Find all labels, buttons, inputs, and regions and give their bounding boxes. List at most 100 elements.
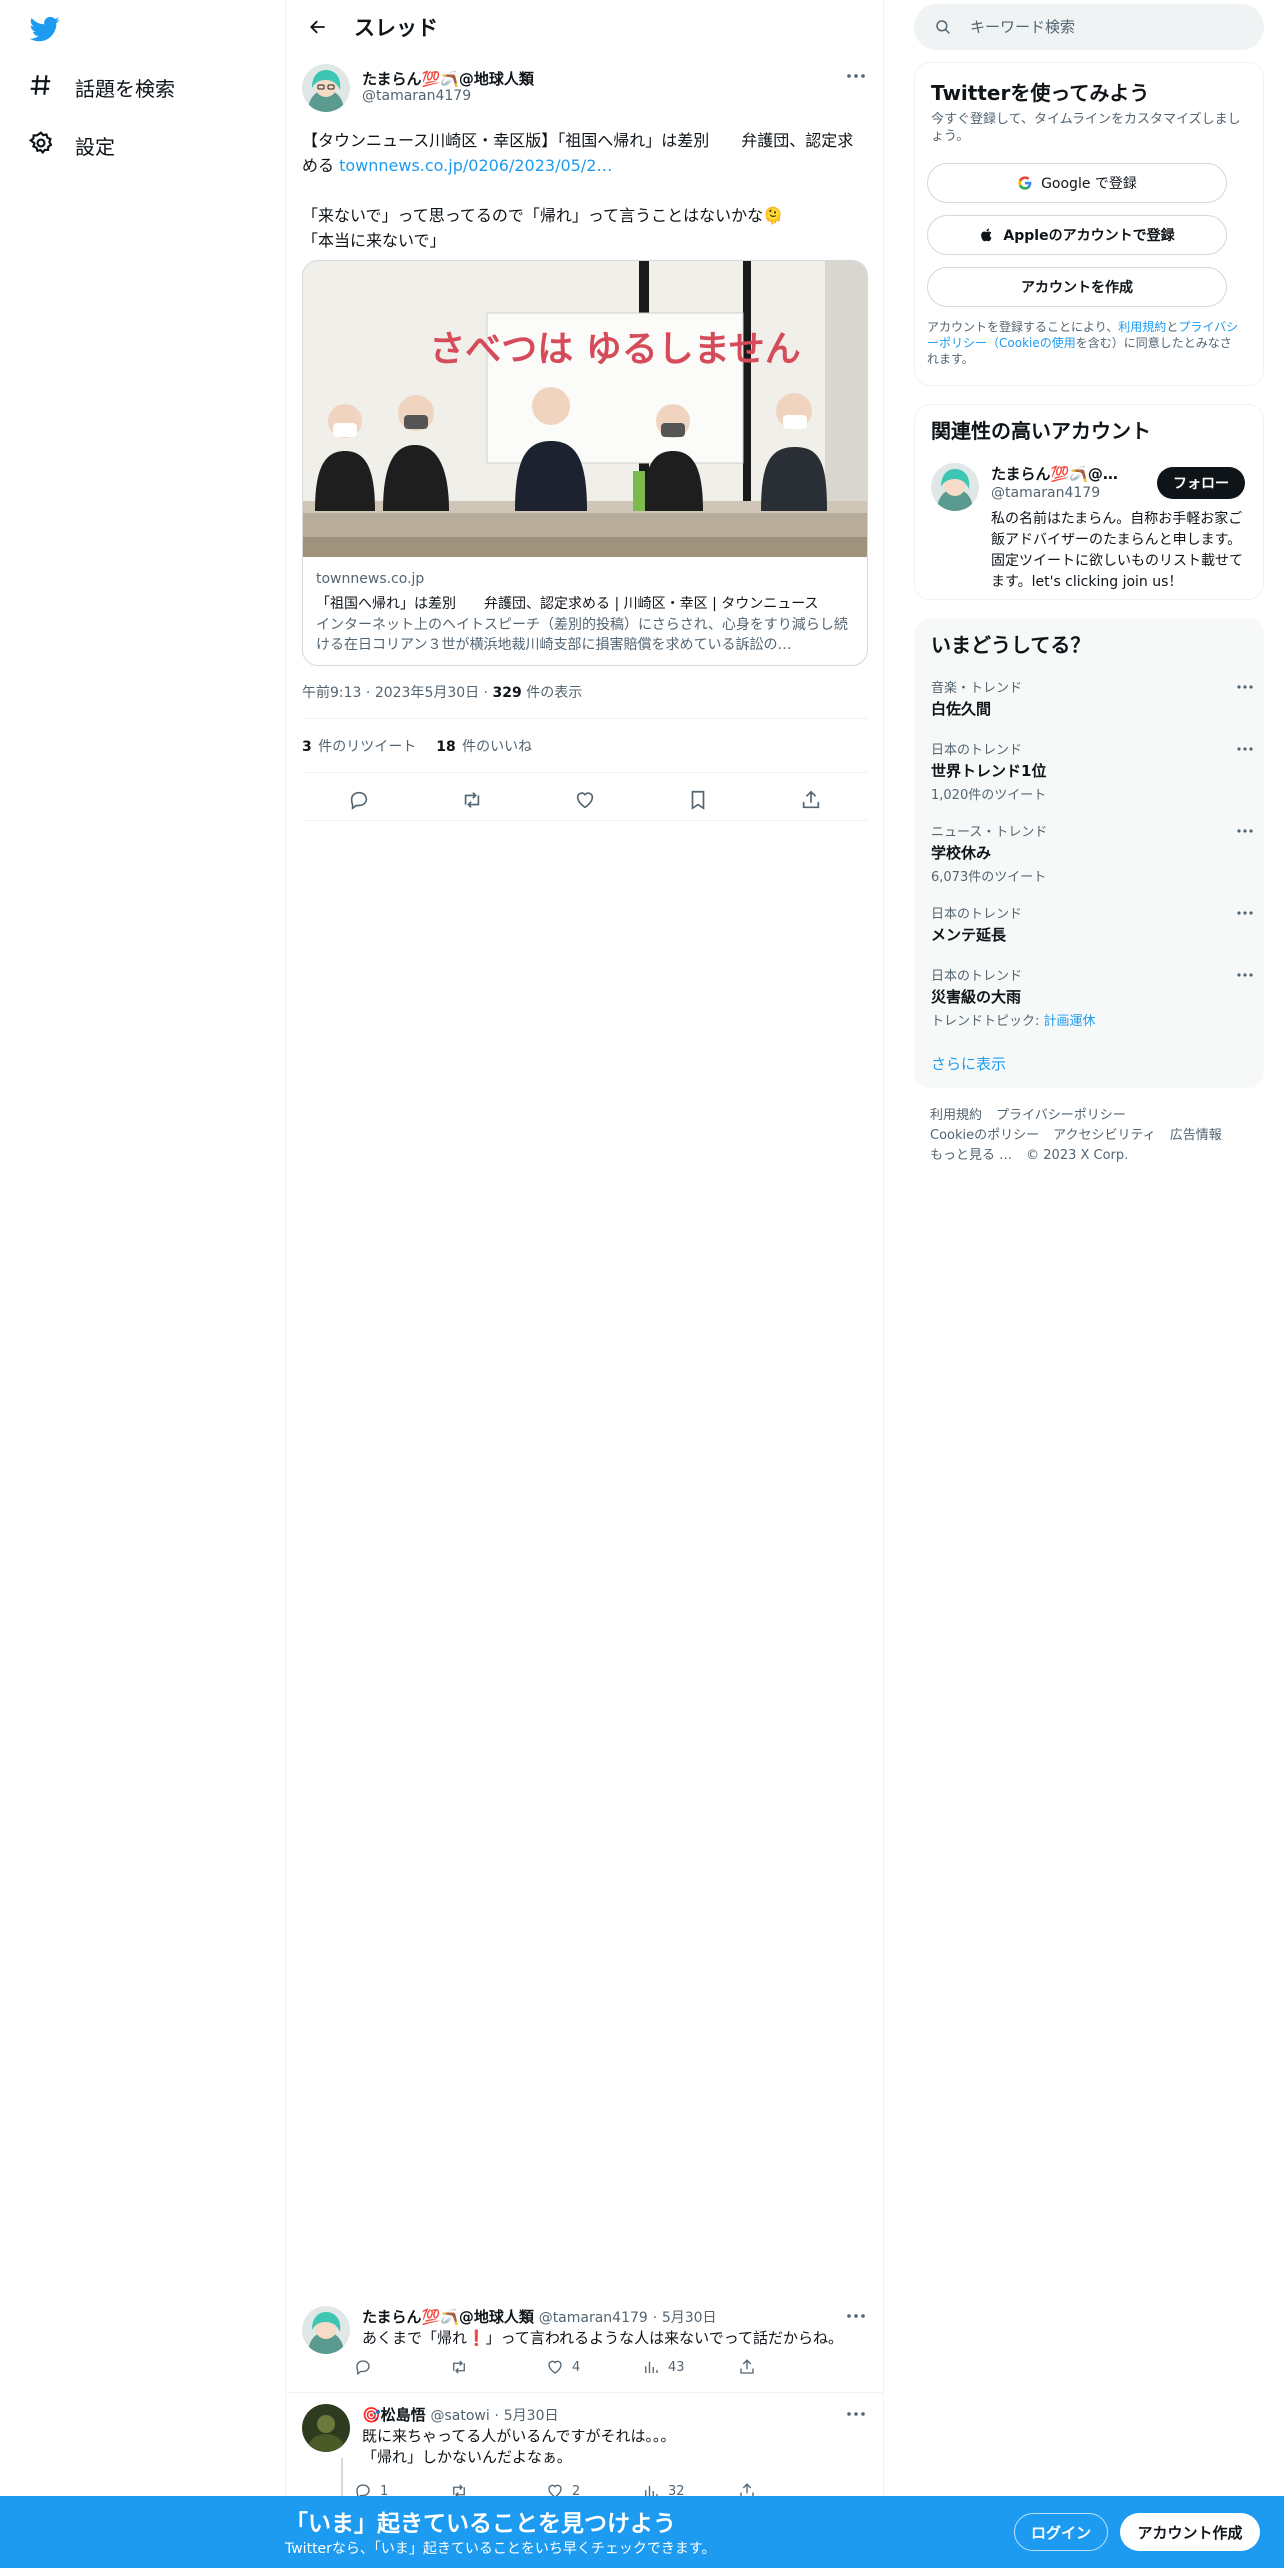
tweet-link[interactable]: townnews.co.jp/0206/2023/05/2… [339,156,612,175]
footer-ads-link[interactable]: 広告情報 [1170,1128,1222,1143]
trend-item[interactable]: 日本のトレンド メンテ延長 [931,903,1253,945]
trend-more-button[interactable] [1235,905,1255,921]
trend-item[interactable]: ニュース・トレンド 学校休み 6,073件のツイート [931,821,1253,885]
heart-icon [548,2360,562,2374]
prompt-title: 「いま」起きていることを見つけよう [285,2511,676,2537]
more-icon [1237,829,1253,833]
related-account-bio: 私の名前はたまらん。自称お手軽お家ご飯アドバイザーのたまらんと申します。固定ツイ… [991,511,1243,590]
reply-date[interactable]: 5月30日 [504,2408,559,2424]
author-handle[interactable]: @tamaran4179 [362,88,471,104]
reply-author-handle[interactable]: @tamaran4179 [539,2310,648,2326]
reply-button[interactable] [348,789,370,811]
tweet-text: 【タウンニュース川崎区・幸区版】「祖国へ帰れ」は差別 弁護団、認定求める tow… [302,128,868,253]
apple-signup-button[interactable]: Appleのアカウントで登録 [927,215,1227,255]
reply-author-name[interactable]: 🎯松島悟 [362,2406,426,2424]
trend-topic-link[interactable]: 計画運休 [1044,1014,1096,1029]
trend-more-button[interactable] [1235,967,1255,983]
hashtag-icon [28,72,54,102]
login-button[interactable]: ログイン [1014,2513,1108,2551]
nav-settings[interactable]: 設定 [28,123,115,167]
retweet-icon [464,792,480,808]
trend-category: 日本のトレンド [931,907,1023,922]
more-icon [1237,973,1253,977]
avatar[interactable] [302,2404,350,2452]
footer-terms-link[interactable]: 利用規約 [930,1108,982,1123]
terms-text: アカウントを登録することにより、 [927,320,1119,334]
trend-more-button[interactable] [1235,823,1255,839]
card-image: さべつは ゆるしません [303,261,867,557]
footer-copyright: © 2023 X Corp. [1026,1148,1129,1163]
trend-name: 災害級の大雨 [931,988,1022,1006]
trend-item[interactable]: 音楽・トレンド 白佐久間 [931,677,1253,719]
trends-box: いまどうしてる？ 音楽・トレンド 白佐久間 日本のトレンド 世界トレンド1位 1… [914,618,1264,1088]
reply-button[interactable] [354,2358,450,2376]
footer-privacy-link[interactable]: プライバシーポリシー [996,1108,1126,1123]
author-name[interactable]: たまらん💯🪃@地球人類 [362,68,534,89]
card-domain: townnews.co.jp [316,571,425,587]
card-title: 「祖国へ帰れ」は差別 弁護団、認定求める | 川崎区・幸区 | タウンニュース [316,596,819,612]
back-button[interactable] [300,9,336,45]
footer-more-link[interactable]: もっと見る … [930,1148,1012,1163]
footer-links: 利用規約 プライバシーポリシー Cookieのポリシー アクセシビリティ 広告情報 も… [930,1106,1250,1166]
bookmark-icon [691,790,705,810]
bookmark-button[interactable] [687,789,709,811]
retweet-stat[interactable]: 3 件のリツイート [302,739,416,755]
more-icon [1237,685,1253,689]
twitter-logo-icon[interactable] [28,14,62,44]
retweet-button[interactable] [461,789,483,811]
share-button[interactable] [800,789,822,811]
google-icon [1018,176,1032,190]
analytics-icon [645,2361,658,2373]
footer-cookie-link[interactable]: Cookieのポリシー [930,1128,1039,1143]
reply-author-name[interactable]: たまらん💯🪃@地球人類 [362,2308,534,2326]
views-button[interactable]: 43 [642,2358,738,2376]
trend-name: 白佐久間 [931,700,992,718]
avatar[interactable] [931,463,979,511]
reply-date[interactable]: 5月30日 [662,2310,717,2326]
trend-category: 日本のトレンド [931,743,1023,758]
like-stat[interactable]: 18 件のいいね [436,739,532,755]
footer-accessibility-link[interactable]: アクセシビリティ [1053,1128,1156,1143]
signup-button[interactable]: アカウント作成 [1120,2513,1260,2551]
divider [302,820,868,821]
more-options-button[interactable] [844,2404,868,2424]
show-more-link[interactable]: さらに表示 [931,1053,1006,1074]
left-navigation: 話題を検索 設定 [0,0,286,2568]
trend-item[interactable]: 日本のトレンド 世界トレンド1位 1,020件のツイート [931,739,1253,803]
retweet-button[interactable] [450,2358,546,2376]
trend-name: 学校休み [931,844,992,862]
avatar[interactable] [302,2306,350,2354]
thread-header: スレッド [286,0,883,54]
trend-more-button[interactable] [1235,741,1255,757]
create-account-button[interactable]: アカウントを作成 [927,267,1227,307]
tweet-actions [302,782,868,818]
trend-item[interactable]: 日本のトレンド 災害級の大雨 トレンドトピック: 計画運休 [931,965,1253,1029]
retweet-label: 件のリツイート [318,739,417,755]
search-input[interactable] [970,18,1230,36]
nav-explore[interactable]: 話題を検索 [28,65,175,109]
tweet-time[interactable]: 午前9:13 [302,685,361,701]
share-button[interactable] [738,2358,834,2376]
like-button[interactable] [574,789,596,811]
more-options-button[interactable] [844,66,868,86]
link-card[interactable]: さべつは ゆるしません townnews.co.jp 「祖国へ帰れ」は差別 弁護… [302,260,868,666]
related-account-handle[interactable]: @tamaran4179 [991,485,1100,501]
avatar[interactable] [302,64,350,112]
signup-title: Twitterを使ってみよう [931,81,1150,105]
more-options-button[interactable] [844,2306,868,2326]
related-account-name[interactable]: たまらん💯🪃@地球人類 [991,463,1131,484]
reply-author-handle[interactable]: @satowi [430,2408,489,2424]
trend-more-button[interactable] [1235,679,1255,695]
trend-name: メンテ延長 [931,926,1007,944]
follow-button[interactable]: フォロー [1157,467,1245,499]
trend-topic: トレンドトピック: 計画運休 [931,1010,1251,1029]
retweet-icon [453,2360,465,2374]
view-count: 329 [492,685,522,701]
like-button[interactable]: 4 [546,2358,642,2376]
search-bar[interactable] [914,4,1264,50]
tweet-date[interactable]: 2023年5月30日 [375,685,479,701]
terms-link[interactable]: 利用規約 [1118,320,1166,334]
google-signup-button[interactable]: Google で登録 [927,163,1227,203]
reply-icon [350,791,367,810]
create-account-label: アカウントを作成 [1021,280,1133,296]
